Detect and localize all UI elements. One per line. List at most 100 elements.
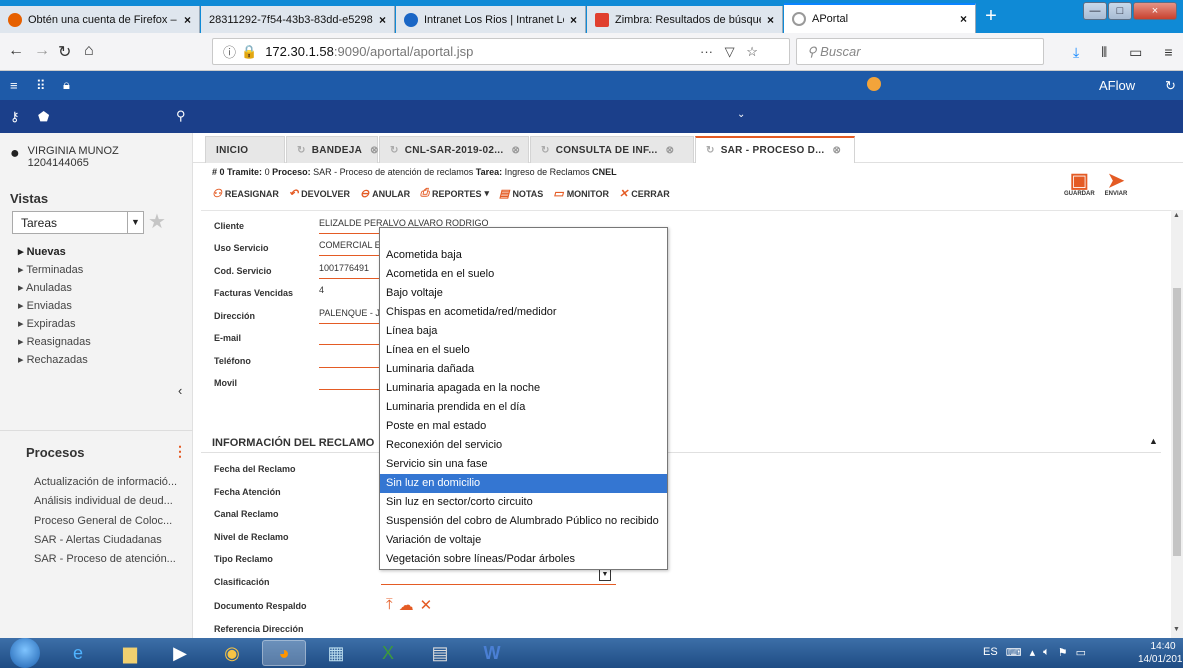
vista-item[interactable]: ▸ Rechazadas bbox=[18, 351, 91, 369]
word-icon[interactable]: W bbox=[470, 640, 514, 666]
refresh-icon[interactable]: ↻ bbox=[706, 145, 715, 156]
more-vert-icon[interactable]: ⋮ bbox=[173, 443, 187, 460]
clasificacion-select[interactable]: ▼ bbox=[381, 568, 616, 585]
tab-sar-proceso[interactable]: ↻ SAR - PROCESO D... ⊗ bbox=[695, 136, 855, 163]
new-tab-button[interactable]: + bbox=[978, 6, 1004, 28]
devolver-button[interactable]: ↶ DEVOLVER bbox=[289, 187, 350, 200]
minimize-button[interactable]: — bbox=[1083, 2, 1107, 20]
dropdown-option[interactable]: Chispas en acometida/red/medidor bbox=[380, 303, 667, 322]
sidebar-icon[interactable]: ▭ bbox=[1129, 44, 1142, 61]
forward-icon[interactable]: → bbox=[34, 42, 50, 60]
close-tab-icon[interactable]: ⊗ bbox=[832, 145, 841, 156]
dropdown-option[interactable]: Suspensión del cobro de Alumbrado Públic… bbox=[380, 512, 667, 531]
page-actions[interactable]: ··· ▽ ☆ bbox=[700, 44, 758, 60]
tab-consulta[interactable]: ↻ CONSULTA DE INF... ⊗ bbox=[530, 136, 694, 163]
tab-cnl-sar[interactable]: ↻ CNL-SAR-2019-02... ⊗ bbox=[379, 136, 529, 163]
dropdown-option[interactable]: Línea en el suelo bbox=[380, 341, 667, 360]
firefox-taskbar-icon[interactable]: ◕ bbox=[262, 640, 306, 666]
proceso-item[interactable]: Proceso General de Coloc... bbox=[34, 512, 177, 531]
proceso-item[interactable]: SAR - Proceso de atención... bbox=[34, 550, 177, 569]
vista-select[interactable]: Tareas ▼ bbox=[12, 211, 144, 234]
upload-icon[interactable]: ⤒ bbox=[386, 596, 393, 614]
proceso-item[interactable]: Actualización de informació... bbox=[34, 473, 177, 492]
explorer-icon[interactable]: ▆ bbox=[108, 640, 152, 666]
tab-inicio[interactable]: INICIO bbox=[205, 136, 285, 163]
collapse-sidebar-icon[interactable]: ‹ bbox=[178, 383, 182, 398]
proceso-item[interactable]: Análisis individual de deud... bbox=[34, 492, 177, 511]
refresh-icon[interactable]: ↻ bbox=[390, 145, 399, 156]
home-icon[interactable]: ⌂ bbox=[84, 42, 94, 60]
dropdown-option[interactable]: Vegetación sobre líneas/Podar árboles bbox=[380, 550, 667, 569]
monitor-button[interactable]: ▭ MONITOR bbox=[553, 187, 609, 200]
dropdown-option[interactable]: Variación de voltaje bbox=[380, 531, 667, 550]
vertical-scrollbar[interactable]: ▲ ▼ bbox=[1171, 210, 1183, 638]
key-icon[interactable]: ⚷ bbox=[10, 109, 20, 125]
close-icon[interactable]: × bbox=[570, 13, 577, 27]
vista-item[interactable]: ▸ Reasignadas bbox=[18, 333, 91, 351]
close-tab-icon[interactable]: ⊗ bbox=[511, 145, 520, 156]
cloud-upload-icon[interactable]: ☁ bbox=[399, 596, 414, 614]
volume-icon[interactable]: 🔈︎ bbox=[1043, 646, 1050, 659]
reasignar-button[interactable]: ⚇ REASIGNAR bbox=[212, 187, 279, 200]
chrome-icon[interactable]: ◉ bbox=[210, 640, 254, 666]
close-tab-icon[interactable]: ⊗ bbox=[370, 145, 379, 156]
apps-grid-icon[interactable]: ⠿ bbox=[36, 78, 46, 94]
show-hidden-icon[interactable]: ▴ bbox=[1030, 646, 1036, 659]
vista-item[interactable]: ▸ Expiradas bbox=[18, 315, 91, 333]
dropdown-option[interactable]: Acometida baja bbox=[380, 246, 667, 265]
dropdown-option[interactable]: Servicio sin una fase bbox=[380, 455, 667, 474]
close-tab-icon[interactable]: ⊗ bbox=[666, 145, 675, 156]
scroll-up-icon[interactable]: ▲ bbox=[1173, 212, 1180, 219]
tag-icon[interactable]: ⬟ bbox=[38, 109, 49, 125]
dropdown-option-selected[interactable]: Sin luz en domicilio bbox=[380, 474, 667, 493]
pocket-icon[interactable]: ▽ bbox=[725, 44, 735, 59]
back-icon[interactable]: ← bbox=[8, 42, 24, 60]
star-icon[interactable]: ★ bbox=[148, 209, 166, 234]
close-icon[interactable]: × bbox=[184, 13, 191, 27]
process-selector[interactable]: ⌄ bbox=[197, 104, 757, 129]
refresh-icon[interactable]: ↻ bbox=[297, 145, 306, 156]
ie-icon[interactable]: e bbox=[56, 640, 100, 666]
page-actions-menu-icon[interactable]: ··· bbox=[700, 44, 713, 59]
dropdown-option[interactable]: Bajo voltaje bbox=[380, 284, 667, 303]
browser-tab-firefox-account[interactable]: Obtén una cuenta de Firefox – I × bbox=[0, 6, 200, 33]
notas-button[interactable]: ▤ NOTAS bbox=[499, 187, 543, 200]
dropdown-option[interactable]: Acometida en el suelo bbox=[380, 265, 667, 284]
scroll-thumb[interactable] bbox=[1173, 288, 1181, 556]
action-center-icon[interactable]: ▭ bbox=[1076, 646, 1086, 659]
cerrar-button[interactable]: ✕ CERRAR bbox=[619, 187, 670, 200]
vista-item[interactable]: ▸ Terminadas bbox=[18, 261, 91, 279]
search-icon[interactable]: ⚲ bbox=[176, 108, 186, 124]
dropdown-option[interactable]: Luminaria dañada bbox=[380, 360, 667, 379]
library-icon[interactable]: ⫴ bbox=[1101, 44, 1107, 61]
tab-bandeja[interactable]: ↻ BANDEJA ⊗ bbox=[286, 136, 379, 163]
menu-icon[interactable]: ≡ bbox=[1164, 44, 1172, 61]
keyboard-icon[interactable]: ⌨ bbox=[1006, 646, 1022, 659]
enviar-button[interactable]: ➤ ENVIAR bbox=[1105, 171, 1128, 197]
vista-item[interactable]: ▸ Enviadas bbox=[18, 297, 91, 315]
avatar[interactable] bbox=[867, 77, 881, 91]
dropdown-option[interactable]: Sin luz en sector/corto circuito bbox=[380, 493, 667, 512]
refresh-icon[interactable]: ↻ bbox=[541, 145, 550, 156]
media-player-icon[interactable]: ▶ bbox=[158, 640, 202, 666]
calculator-icon[interactable]: ▤ bbox=[418, 640, 462, 666]
calculator-app-icon[interactable]: ▦ bbox=[314, 640, 358, 666]
scroll-down-icon[interactable]: ▼ bbox=[1173, 626, 1180, 633]
dropdown-option[interactable]: Poste en mal estado bbox=[380, 417, 667, 436]
proceso-item[interactable]: SAR - Alertas Ciudadanas bbox=[34, 531, 177, 550]
bookmark-star-icon[interactable]: ☆ bbox=[746, 44, 758, 59]
refresh-icon[interactable]: ↻ bbox=[1165, 78, 1176, 94]
window-close-button[interactable]: × bbox=[1133, 2, 1177, 20]
browser-tab-uuid[interactable]: 28311292-7f54-43b3-83dd-e529861 × bbox=[201, 6, 395, 33]
start-button[interactable] bbox=[10, 638, 40, 668]
maximize-button[interactable]: □ bbox=[1108, 2, 1132, 20]
dropdown-option[interactable]: Luminaria apagada en la noche bbox=[380, 379, 667, 398]
network-icon[interactable]: ⚑ bbox=[1058, 646, 1068, 659]
collapse-up-icon[interactable]: ▲ bbox=[1149, 436, 1158, 446]
clock[interactable]: 14:40 14/01/2019 bbox=[1138, 640, 1183, 666]
hamburger-icon[interactable]: ≡ bbox=[10, 78, 18, 93]
delete-icon[interactable]: ✕ bbox=[420, 596, 433, 614]
vista-item[interactable]: ▸ Nuevas bbox=[18, 243, 91, 261]
close-icon[interactable]: × bbox=[767, 13, 774, 27]
download-icon[interactable]: ⤓ bbox=[1073, 44, 1079, 61]
